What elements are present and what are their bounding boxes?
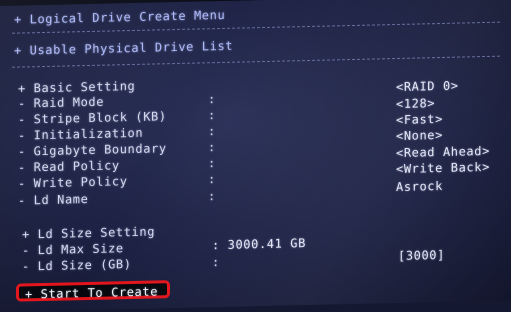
initialization-value[interactable]: <Fast> (396, 112, 443, 127)
usable-physical-drive-list[interactable]: + Usable Physical Drive List (14, 39, 233, 58)
gigabyte-boundary-value[interactable]: <None> (396, 128, 443, 143)
separator: : (208, 92, 216, 107)
separator: : (208, 156, 216, 171)
ld-max-size-value: : 3000.41 GB (212, 236, 306, 253)
separator: : (208, 108, 216, 123)
start-to-create-button[interactable]: + Start To Create (16, 280, 170, 302)
raid-mode-label: - Raid Mode (18, 94, 105, 111)
ld-size-value[interactable]: [3000] (398, 248, 445, 263)
initialization-label: - Initialization (18, 125, 144, 143)
read-policy-label: - Read Policy (18, 158, 120, 175)
basic-setting-header: + Basic Setting (18, 78, 136, 96)
gigabyte-boundary-label: - Gigabyte Boundary (18, 141, 167, 159)
start-to-create-label: + Start To Create (25, 284, 159, 302)
write-policy-label: - Write Policy (18, 174, 128, 191)
read-policy-value[interactable]: <Read Ahead> (396, 144, 490, 160)
separator: : (208, 172, 216, 187)
ld-name-label: - Ld Name (18, 191, 89, 208)
separator: : (208, 140, 216, 155)
separator: : (208, 189, 216, 204)
ld-max-size-label: - Ld Max Size (22, 241, 124, 258)
divider (12, 55, 500, 68)
raid-mode-value[interactable]: <RAID 0> (396, 79, 459, 94)
ld-size-setting-header: + Ld Size Setting (22, 224, 156, 242)
ld-size-label: - Ld Size (GB) (22, 257, 132, 274)
bios-screen: + Logical Drive Create Menu + Usable Phy… (0, 0, 511, 312)
menu-title: + Logical Drive Create Menu (14, 7, 226, 27)
stripe-block-value[interactable]: <128> (396, 96, 435, 111)
separator: : (212, 255, 220, 270)
stripe-block-label: - Stripe Block (KB) (18, 109, 167, 127)
monitor-bezel (0, 0, 511, 6)
ld-name-value[interactable]: Asrock (396, 179, 443, 194)
separator: : (208, 124, 216, 139)
write-policy-value[interactable]: <Write Back> (396, 160, 490, 176)
